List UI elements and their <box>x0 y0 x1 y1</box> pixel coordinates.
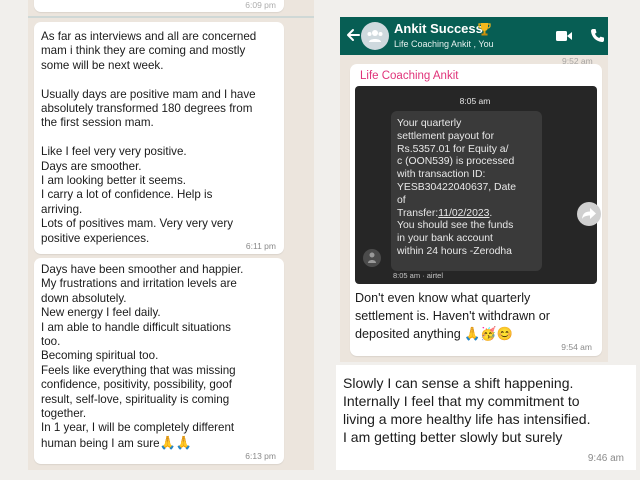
message-bubble-cut[interactable]: 6:09 pm <box>34 0 284 12</box>
sms-text-part1: Your quarterly settlement payout for Rs.… <box>397 118 517 219</box>
message-time: 6:13 pm <box>245 451 276 461</box>
right-chat-screenshot: Ankit Success Life Coaching Ankit , You … <box>340 17 608 362</box>
sms-date-link: 11/02/2023 <box>438 207 490 219</box>
message-text: Slowly I can sense a shift happening. In… <box>343 375 591 445</box>
sms-meta: 8:05 am · airtel <box>393 271 444 280</box>
video-call-icon[interactable] <box>556 30 572 42</box>
message-time: 6:11 pm <box>245 241 276 251</box>
text-message-card[interactable]: Slowly I can sense a shift happening. In… <box>336 365 636 470</box>
chat-header: Ankit Success Life Coaching Ankit , You <box>340 17 608 55</box>
phone-call-icon[interactable] <box>590 28 604 43</box>
message-time: 9:54 am <box>561 342 592 352</box>
chat-subtitle: Life Coaching Ankit , You <box>394 39 494 49</box>
sms-bubble: Your quarterly settlement payout for Rs.… <box>391 111 542 271</box>
image-time-chip: 8:05 am <box>459 96 491 106</box>
emoji-group: 🙏🥳😊 <box>464 326 513 341</box>
sender-name[interactable]: Life Coaching Ankit <box>360 70 458 82</box>
sms-text: Your quarterly settlement payout for Rs.… <box>397 118 539 259</box>
message-time: 6:09 pm <box>245 0 276 10</box>
message-time: 9:46 am <box>587 453 624 464</box>
message-bubble[interactable]: Days have been smoother and happier. My … <box>34 258 284 464</box>
prayer-emoji: 🙏🙏 <box>159 434 192 450</box>
message-text: As far as interviews and all are concern… <box>41 30 257 245</box>
forward-icon[interactable] <box>577 202 601 226</box>
trophy-icon <box>478 23 491 36</box>
message-text: Don't even know what quarterly settlemen… <box>355 289 593 343</box>
message-text-body: Don't even know what quarterly settlemen… <box>355 291 550 341</box>
divider <box>28 16 314 18</box>
back-arrow-icon[interactable] <box>345 26 361 44</box>
group-avatar-icon[interactable] <box>361 22 389 50</box>
left-chat-screenshot: 6:09 pm As far as interviews and all are… <box>28 0 314 470</box>
message-text-body: Days have been smoother and happier. My … <box>41 263 244 450</box>
message-bubble[interactable]: As far as interviews and all are concern… <box>34 22 284 254</box>
message-text: Days have been smoother and happier. My … <box>41 263 281 451</box>
chat-title[interactable]: Ankit Success <box>394 21 483 36</box>
person-icon <box>363 249 381 267</box>
screenshot-image[interactable]: 8:05 am Your quarterly settlement payout… <box>355 86 597 284</box>
message-bubble[interactable]: Life Coaching Ankit 8:05 am Your quarter… <box>350 64 602 356</box>
